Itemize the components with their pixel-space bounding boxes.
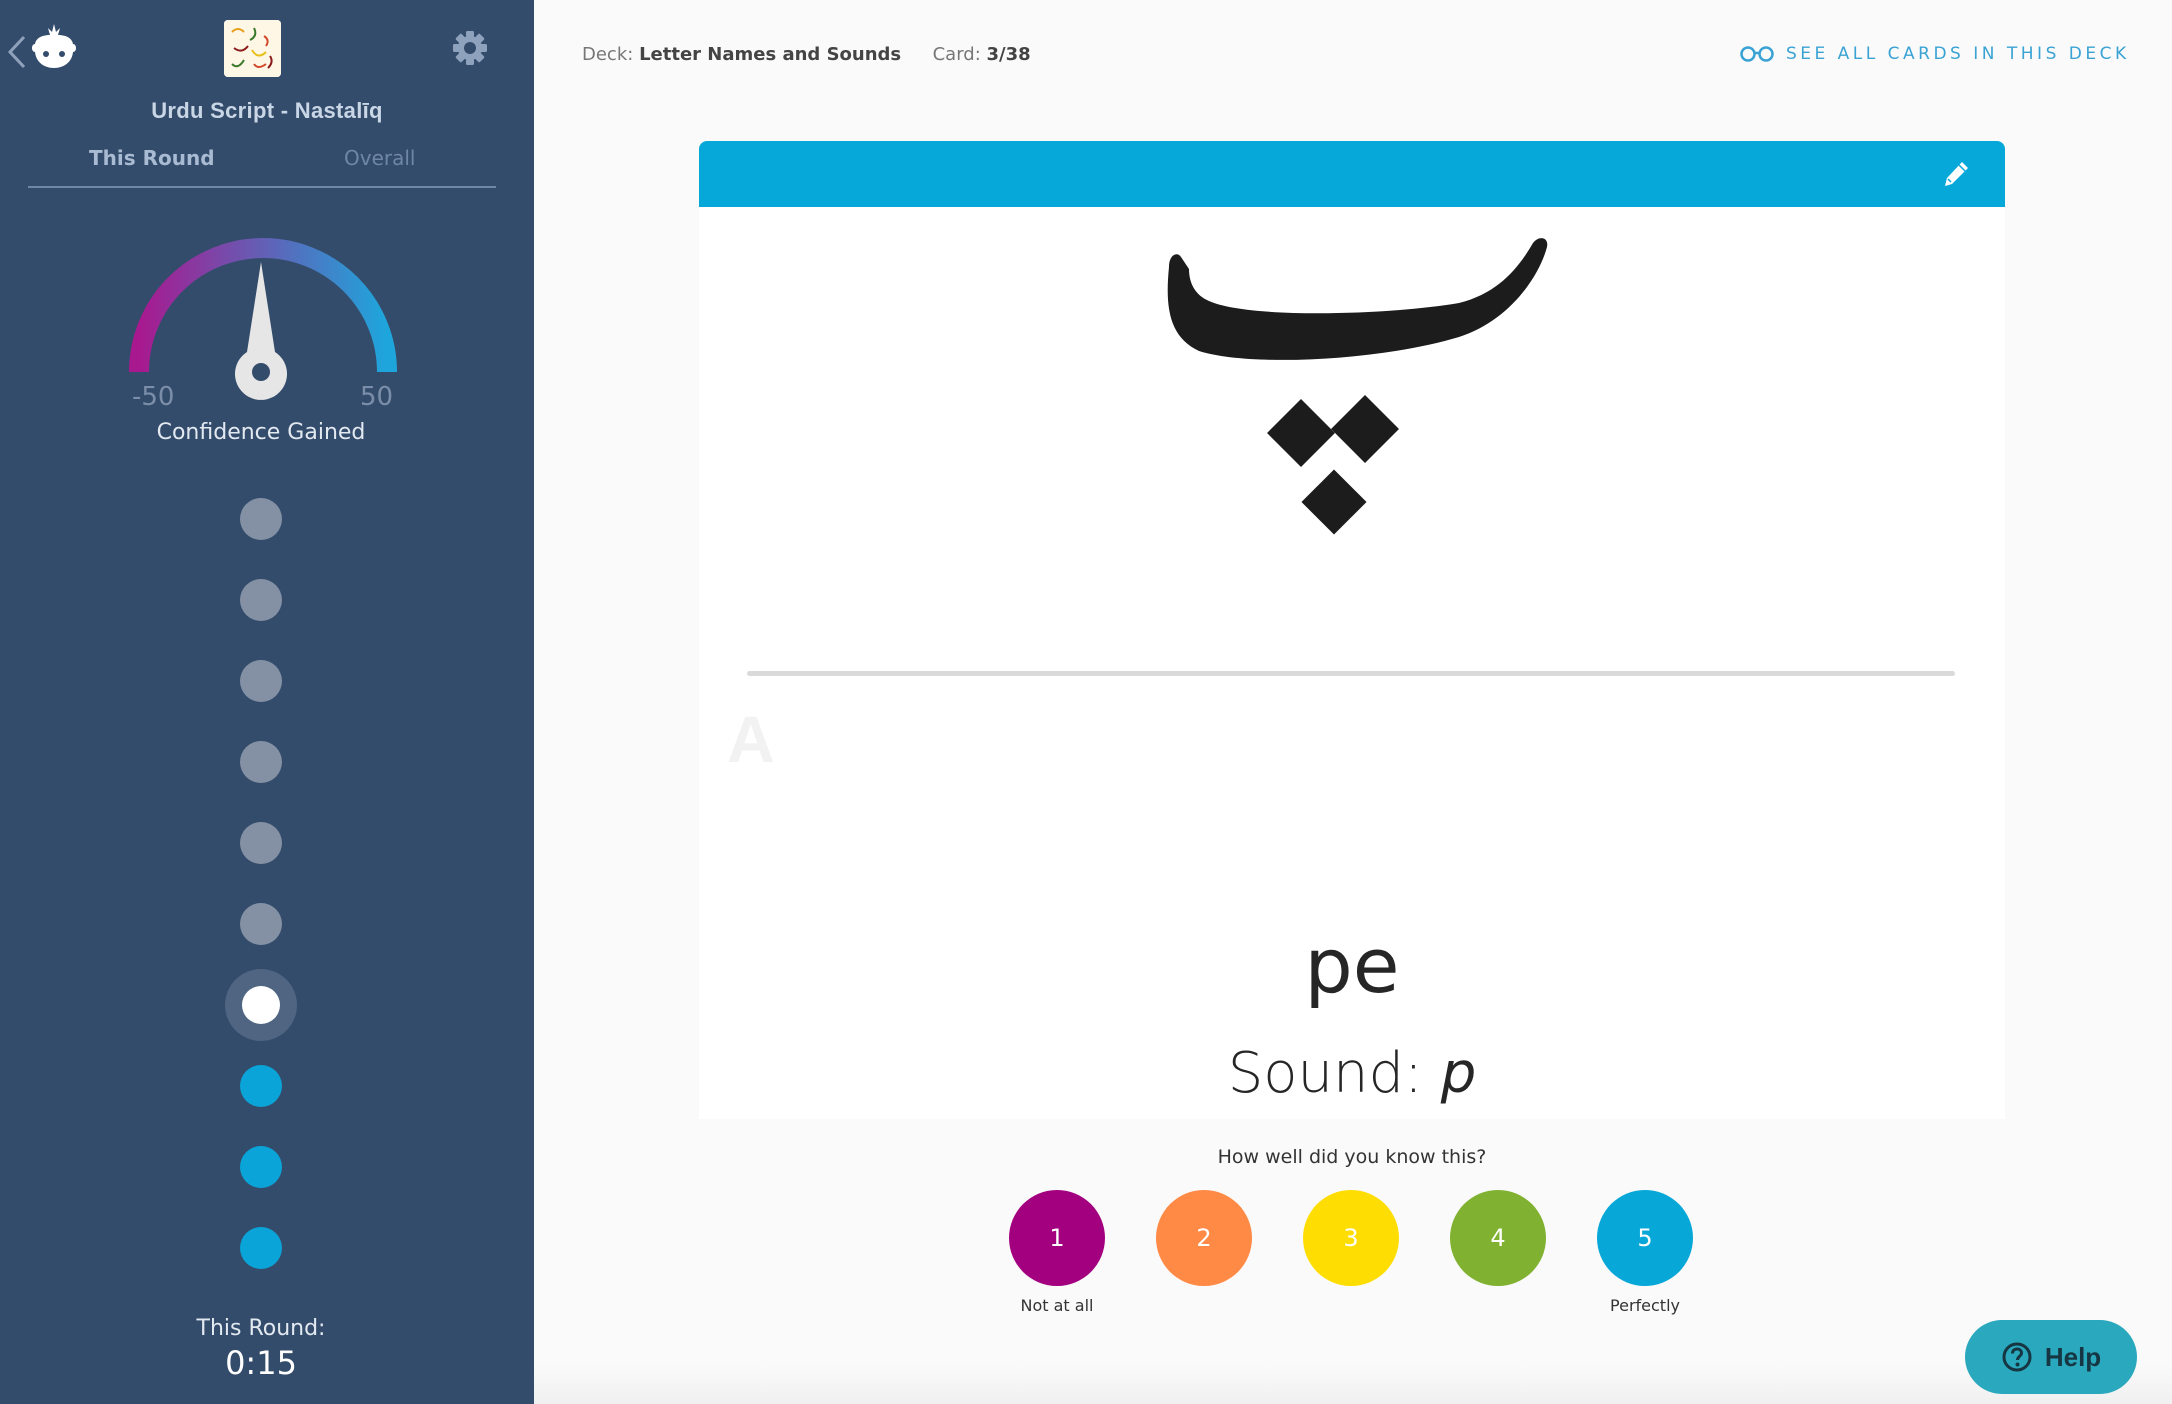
see-all-cards-link[interactable]: SEE ALL CARDS IN THIS DECK	[1740, 44, 2130, 64]
gauge-min-label: -50	[132, 382, 175, 412]
card-header-bar	[699, 141, 2005, 207]
sound-value: p	[1440, 1041, 1477, 1106]
bottom-shade	[534, 1364, 2172, 1404]
tab-overall[interactable]: Overall	[344, 146, 415, 170]
progress-dot-done	[240, 822, 282, 864]
question-circle-icon	[2002, 1342, 2032, 1372]
settings-gear-icon[interactable]	[450, 28, 490, 68]
answer-side-marker: A	[727, 702, 775, 776]
progress-dot-done	[240, 903, 282, 945]
rating-button-4[interactable]: 4	[1450, 1190, 1546, 1286]
deck-info: Deck: Letter Names and Sounds Card: 3/38	[582, 44, 1031, 65]
rating-caption-1: Not at all	[1020, 1296, 1094, 1315]
progress-dot-current	[242, 986, 280, 1024]
gauge-needle	[235, 262, 287, 400]
progress-dot-upcoming	[240, 1146, 282, 1188]
card-position: 3/38	[986, 44, 1031, 65]
rating-button-3[interactable]: 3	[1303, 1190, 1399, 1286]
rating-button-5[interactable]: 5	[1597, 1190, 1693, 1286]
sidebar: Urdu Script - Nastalīq This Round Overal…	[0, 0, 534, 1404]
rating-caption-5: Perfectly	[1610, 1296, 1680, 1315]
round-timer-value: 0:15	[225, 1344, 297, 1382]
round-timer-label: This Round:	[196, 1316, 326, 1341]
flashcard: A pe Sound: p	[699, 141, 2005, 1119]
progress-dot-done	[240, 660, 282, 702]
progress-dot-upcoming	[240, 1065, 282, 1107]
help-button[interactable]: Help	[1965, 1320, 2137, 1394]
edit-pencil-icon[interactable]	[1941, 159, 1971, 189]
answer-sound: Sound: p	[699, 1041, 2005, 1106]
rating-button-2[interactable]: 2	[1156, 1190, 1252, 1286]
progress-dot-done	[240, 579, 282, 621]
question-letter-pe	[1167, 238, 1548, 535]
deck-name: Letter Names and Sounds	[639, 44, 902, 65]
deck-thumbnail	[224, 20, 281, 77]
deck-title: Urdu Script - Nastalīq	[151, 98, 383, 123]
answer-letter-name: pe	[1304, 921, 1400, 1010]
progress-dot-done	[240, 498, 282, 540]
gauge-title: Confidence Gained	[156, 420, 366, 445]
gauge-max-label: 50	[360, 382, 394, 412]
progress-dot-upcoming	[240, 1227, 282, 1269]
deck-prefix: Deck:	[582, 44, 634, 65]
rating-question: How well did you know this?	[1217, 1146, 1487, 1168]
card-prefix: Card:	[932, 44, 981, 65]
sidebar-tabs: This Round Overall	[28, 146, 496, 188]
tab-this-round[interactable]: This Round	[89, 146, 215, 170]
card-divider	[747, 671, 1955, 676]
deck-thumbnail-art-icon	[224, 20, 281, 77]
back-chevron-icon[interactable]	[6, 34, 28, 70]
glasses-icon	[1740, 46, 1774, 62]
progress-dot-done	[240, 741, 282, 783]
sound-prefix: Sound:	[1227, 1041, 1423, 1106]
help-label: Help	[2044, 1341, 2102, 1372]
brainscape-logo-icon[interactable]	[30, 22, 78, 72]
see-all-cards-label: SEE ALL CARDS IN THIS DECK	[1786, 44, 2130, 64]
rating-button-1[interactable]: 1	[1009, 1190, 1105, 1286]
